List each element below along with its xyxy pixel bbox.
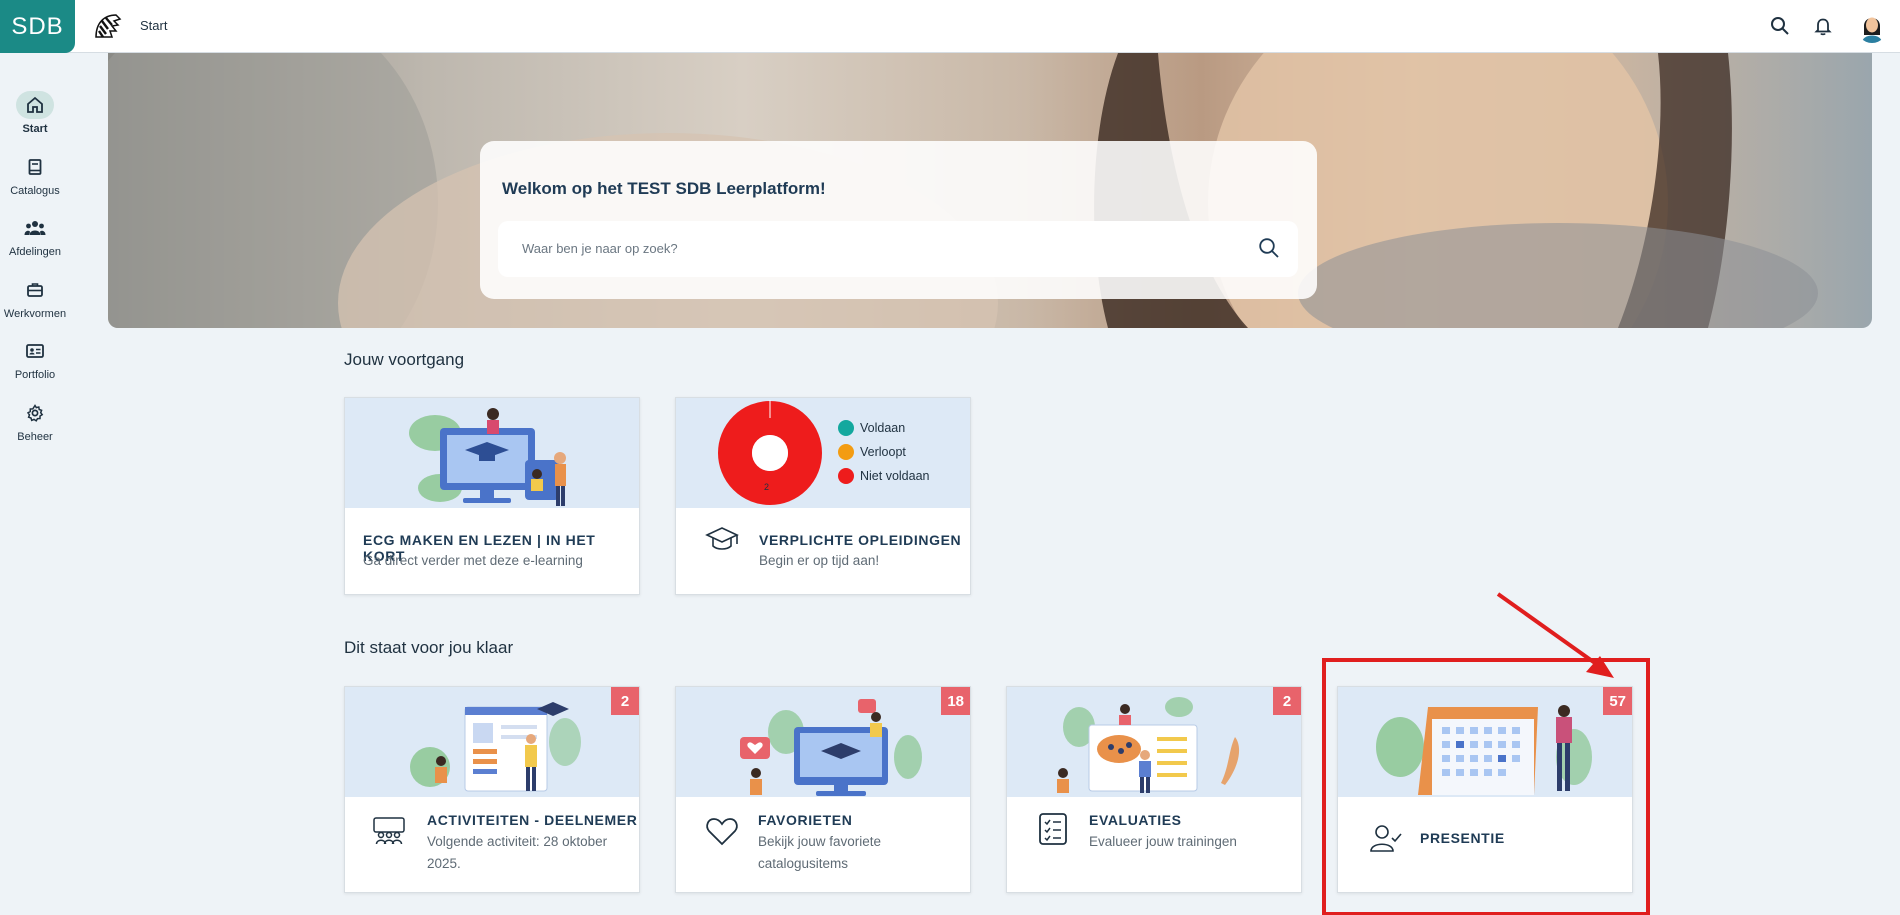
welcome-panel: Welkom op het TEST SDB Leerplatform! Waa…	[480, 141, 1317, 299]
card-title: FAVORIETEN	[758, 812, 853, 828]
notification-badge: 2	[1273, 687, 1301, 715]
legend-dot	[838, 468, 854, 484]
card-evaluaties[interactable]: 2 EVALUATIES Evalueer jouw trainingen	[1006, 686, 1302, 893]
heart-icon	[706, 818, 738, 846]
nav-item-portfolio[interactable]: Portfolio	[0, 337, 70, 393]
nav-label: Werkvormen	[3, 308, 67, 320]
search-icon[interactable]	[1768, 14, 1792, 38]
gear-icon	[16, 399, 54, 427]
card-subtitle: Ga direct verder met deze e-learning	[363, 553, 583, 568]
donut-value-label: 2	[764, 482, 770, 492]
card-subtitle: Begin er op tijd aan!	[759, 553, 880, 568]
search-icon	[1259, 238, 1279, 258]
card-subtitle-line1: Evalueer jouw trainingen	[1089, 834, 1237, 849]
graduation-cap-icon	[705, 527, 739, 550]
welcome-title: Welkom op het TEST SDB Leerplatform!	[502, 179, 826, 198]
notification-badge: 18	[941, 687, 970, 715]
card-favorieten[interactable]: 18 FAVORIETEN Bekijk jouw favoriete cata…	[675, 686, 971, 893]
section-title-progress: Jouw voortgang	[344, 350, 465, 369]
card-title: ACTIVITEITEN - DEELNEMER	[427, 812, 638, 828]
breadcrumb[interactable]: Start	[140, 18, 167, 33]
annotation-highlight-box	[1322, 658, 1650, 915]
card-title: EVALUATIES	[1089, 812, 1182, 828]
legend-label: Verloopt	[860, 445, 906, 459]
card-subtitle-line1: Bekijk jouw favoriete	[758, 834, 882, 849]
legend-label: Voldaan	[860, 421, 906, 435]
card-subtitle-line2: 2025.	[427, 856, 461, 871]
donut-chart: 2 Voldaan Verloopt Niet voldaan	[676, 398, 970, 508]
legend-item-niet-voldaan: Niet voldaan	[838, 468, 930, 484]
nav-label: Catalogus	[10, 185, 60, 197]
search-input[interactable]: Waar ben je naar op zoek?	[498, 221, 1298, 277]
sdb-logo[interactable]: SDB	[0, 0, 75, 53]
section-title-ready: Dit staat voor jou klaar	[344, 638, 514, 657]
nav-label: Portfolio	[14, 369, 56, 381]
search-button[interactable]	[1258, 237, 1282, 261]
notification-badge: 2	[611, 687, 639, 715]
nav-item-afdelingen[interactable]: Afdelingen	[0, 214, 70, 270]
group-icon	[373, 817, 405, 845]
legend-item-verloopt: Verloopt	[838, 444, 906, 460]
card-activiteiten[interactable]: 2 ACTIVITEITEN - DEELNEMER Volgende acti…	[344, 686, 640, 893]
nav-label: Start	[22, 123, 48, 135]
hero-banner: Welkom op het TEST SDB Leerplatform! Waa…	[108, 53, 1872, 328]
card-illustration: 2	[345, 687, 639, 797]
briefcase-icon	[16, 276, 54, 304]
card-subtitle-line1: Volgende activiteit: 28 oktober	[427, 834, 608, 849]
nav-item-catalogus[interactable]: Catalogus	[0, 153, 70, 209]
card-illustration: 18	[676, 687, 970, 797]
people-icon	[16, 214, 54, 242]
book-icon	[16, 153, 54, 181]
card-title: VERPLICHTE OPLEIDINGEN	[759, 532, 962, 548]
card-illustration: 2	[1007, 687, 1301, 797]
checklist-icon	[1039, 813, 1067, 845]
card-subtitle-line2: catalogusitems	[758, 856, 849, 871]
nav-item-start[interactable]: Start	[0, 91, 70, 147]
top-bar: SDB Start	[0, 0, 1900, 53]
zebra-logo-icon	[95, 14, 122, 38]
card-ecg[interactable]: ECG MAKEN EN LEZEN | IN HET KORT Ga dire…	[344, 397, 640, 595]
nav-label: Beheer	[17, 431, 53, 443]
logo-text: SDB	[11, 12, 64, 40]
legend-label: Niet voldaan	[860, 469, 930, 483]
legend-dot	[838, 444, 854, 460]
nav-label: Afdelingen	[9, 246, 61, 258]
search-placeholder: Waar ben je naar op zoek?	[522, 241, 678, 256]
home-icon	[16, 91, 54, 119]
card-illustration	[345, 398, 639, 508]
user-avatar[interactable]	[1856, 9, 1888, 43]
side-navigation: Start Catalogus Afdelingen Werkvormen Po…	[0, 53, 70, 915]
bell-icon[interactable]	[1811, 14, 1835, 38]
nav-item-werkvormen[interactable]: Werkvormen	[0, 276, 70, 332]
legend-item-voldaan: Voldaan	[838, 420, 905, 436]
card-verplichte-opleidingen[interactable]: 2 Voldaan Verloopt Niet voldaan VERPLICH…	[675, 397, 971, 595]
nav-item-beheer[interactable]: Beheer	[0, 399, 70, 455]
legend-dot	[838, 420, 854, 436]
id-card-icon	[16, 337, 54, 365]
